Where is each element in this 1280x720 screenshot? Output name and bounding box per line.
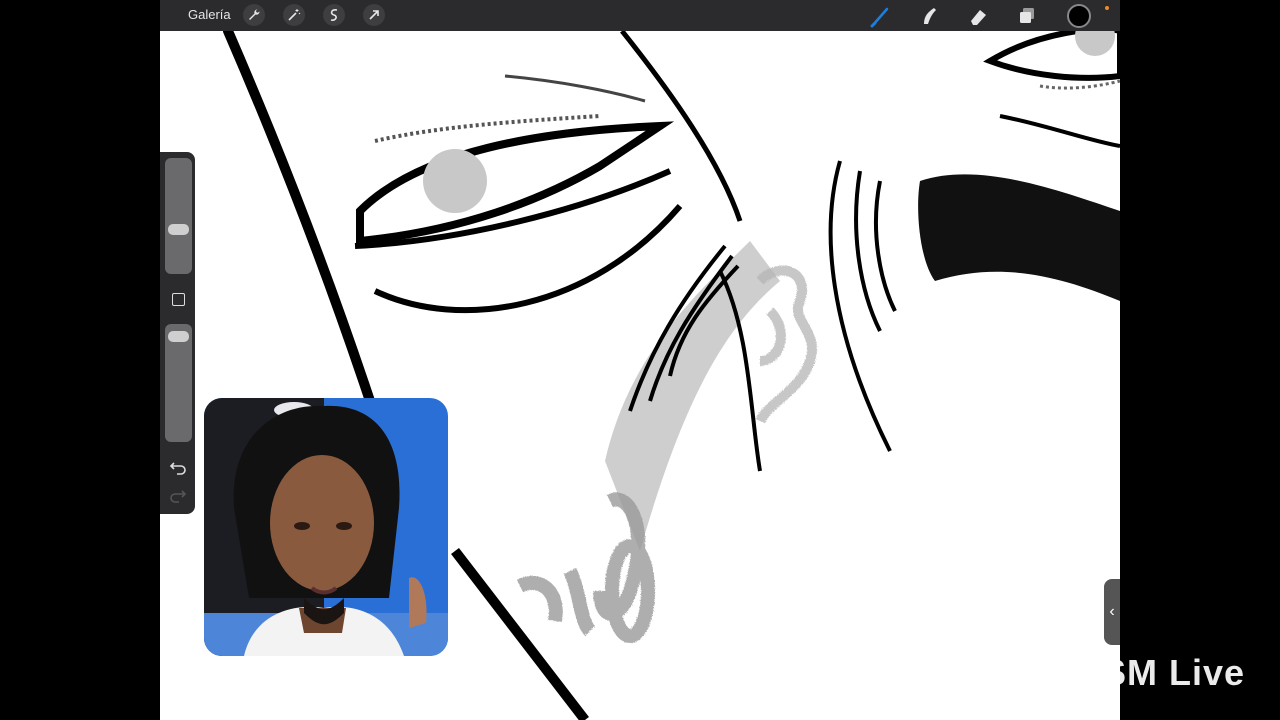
opacity-thumb[interactable]	[168, 331, 189, 343]
redo-icon[interactable]	[169, 486, 187, 504]
brush-icon[interactable]	[869, 4, 893, 28]
side-toolbar	[160, 152, 195, 514]
status-dot	[1105, 6, 1109, 10]
eraser-icon[interactable]	[966, 4, 990, 28]
layers-icon[interactable]	[1015, 4, 1039, 28]
transform-icon[interactable]	[363, 4, 385, 26]
modify-icon[interactable]	[172, 293, 185, 306]
smudge-icon[interactable]	[918, 4, 942, 28]
gray-lettering	[516, 492, 655, 643]
brush-size-thumb[interactable]	[168, 223, 189, 235]
expand-handle[interactable]: ‹	[1104, 579, 1120, 645]
brush-size-slider[interactable]	[165, 158, 192, 274]
wrench-icon[interactable]	[243, 4, 265, 26]
gray-swirl	[755, 265, 817, 424]
dark-fill	[918, 174, 1120, 301]
eye-drawing	[354, 114, 683, 314]
letterbox-left	[0, 0, 160, 720]
webcam-overlay	[204, 398, 448, 656]
second-eye	[983, 31, 1120, 148]
magic-wand-icon[interactable]	[283, 4, 305, 26]
prism-live-watermark: PRISM Live	[985, 652, 1245, 694]
opacity-slider[interactable]	[165, 324, 192, 442]
top-toolbar: Galería	[160, 0, 1120, 31]
undo-icon[interactable]	[169, 458, 187, 476]
letterbox-right	[1120, 0, 1280, 720]
gallery-button[interactable]: Galería	[188, 7, 231, 22]
eyebrow	[504, 74, 646, 103]
procreate-app: Galería ‹	[160, 0, 1120, 720]
outline-stroke	[223, 31, 375, 406]
watermark-text: PRISM Live	[1039, 652, 1246, 693]
selection-icon[interactable]	[323, 4, 345, 26]
prism-logo-icon	[987, 655, 1027, 691]
color-picker[interactable]	[1067, 4, 1091, 28]
